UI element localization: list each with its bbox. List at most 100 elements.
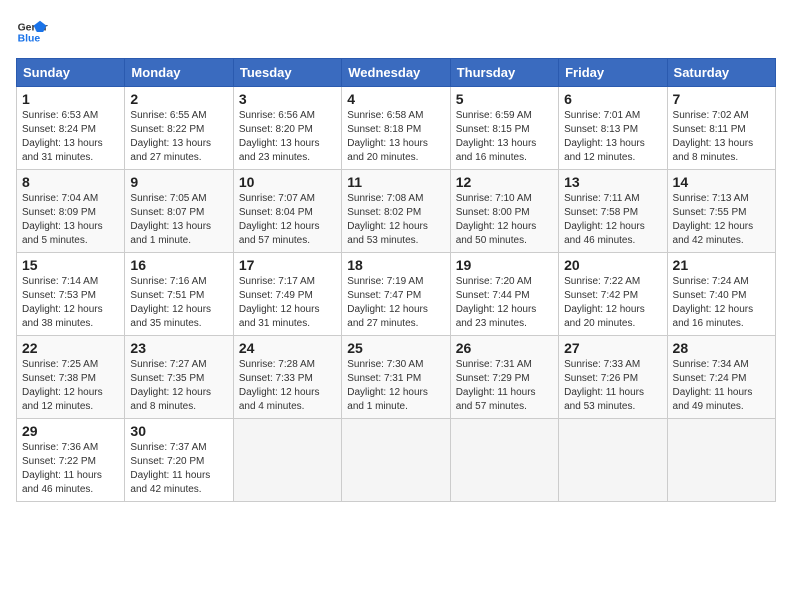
day-detail: Sunrise: 7:34 AM Sunset: 7:24 PM Dayligh… (673, 359, 753, 412)
day-detail: Sunrise: 7:37 AM Sunset: 7:20 PM Dayligh… (130, 442, 210, 495)
calendar-cell: 29 Sunrise: 7:36 AM Sunset: 7:22 PM Dayli… (17, 419, 125, 502)
svg-text:Blue: Blue (18, 34, 41, 45)
calendar-cell: 25 Sunrise: 7:30 AM Sunset: 7:31 PM Dayli… (342, 336, 450, 419)
day-number: 24 (239, 340, 336, 356)
column-header-tuesday: Tuesday (233, 59, 341, 87)
day-number: 16 (130, 257, 227, 273)
calendar-cell: 6 Sunrise: 7:01 AM Sunset: 8:13 PM Daylig… (559, 87, 667, 170)
day-number: 27 (564, 340, 661, 356)
day-detail: Sunrise: 7:33 AM Sunset: 7:26 PM Dayligh… (564, 359, 644, 412)
day-number: 3 (239, 91, 336, 107)
calendar-cell: 8 Sunrise: 7:04 AM Sunset: 8:09 PM Daylig… (17, 170, 125, 253)
day-detail: Sunrise: 7:17 AM Sunset: 7:49 PM Dayligh… (239, 276, 320, 329)
column-header-friday: Friday (559, 59, 667, 87)
logo-icon: General Blue (16, 16, 48, 48)
day-number: 8 (22, 174, 119, 190)
calendar-cell: 10 Sunrise: 7:07 AM Sunset: 8:04 PM Dayli… (233, 170, 341, 253)
day-detail: Sunrise: 7:04 AM Sunset: 8:09 PM Dayligh… (22, 193, 103, 246)
calendar-cell: 18 Sunrise: 7:19 AM Sunset: 7:47 PM Dayli… (342, 253, 450, 336)
day-detail: Sunrise: 7:08 AM Sunset: 8:02 PM Dayligh… (347, 193, 428, 246)
calendar-header-row: SundayMondayTuesdayWednesdayThursdayFrid… (17, 59, 776, 87)
calendar-week-row: 8 Sunrise: 7:04 AM Sunset: 8:09 PM Daylig… (17, 170, 776, 253)
calendar-cell: 22 Sunrise: 7:25 AM Sunset: 7:38 PM Dayli… (17, 336, 125, 419)
calendar-cell: 3 Sunrise: 6:56 AM Sunset: 8:20 PM Daylig… (233, 87, 341, 170)
day-number: 6 (564, 91, 661, 107)
day-number: 18 (347, 257, 444, 273)
day-number: 7 (673, 91, 770, 107)
day-detail: Sunrise: 7:22 AM Sunset: 7:42 PM Dayligh… (564, 276, 645, 329)
calendar-cell: 4Sunrise: 6:58 AM Sunset: 8:18 PM Daylig… (342, 87, 450, 170)
day-number: 4 (347, 91, 444, 107)
day-detail: Sunrise: 7:28 AM Sunset: 7:33 PM Dayligh… (239, 359, 320, 412)
day-number: 1 (22, 91, 119, 107)
calendar-cell: 2 Sunrise: 6:55 AM Sunset: 8:22 PM Daylig… (125, 87, 233, 170)
day-detail: Sunrise: 6:56 AM Sunset: 8:20 PM Dayligh… (239, 110, 320, 163)
day-detail: Sunrise: 7:14 AM Sunset: 7:53 PM Dayligh… (22, 276, 103, 329)
day-detail: Sunrise: 7:07 AM Sunset: 8:04 PM Dayligh… (239, 193, 320, 246)
day-number: 13 (564, 174, 661, 190)
calendar-week-row: 22 Sunrise: 7:25 AM Sunset: 7:38 PM Dayli… (17, 336, 776, 419)
calendar-cell: 26Sunrise: 7:31 AM Sunset: 7:29 PM Dayli… (450, 336, 558, 419)
day-detail: Sunrise: 7:19 AM Sunset: 7:47 PM Dayligh… (347, 276, 428, 329)
day-detail: Sunrise: 7:02 AM Sunset: 8:11 PM Dayligh… (673, 110, 754, 163)
calendar-cell: 5Sunrise: 6:59 AM Sunset: 8:15 PM Daylig… (450, 87, 558, 170)
calendar-cell (342, 419, 450, 502)
calendar-cell: 14 Sunrise: 7:13 AM Sunset: 7:55 PM Dayli… (667, 170, 775, 253)
day-number: 29 (22, 423, 119, 439)
calendar-cell: 17Sunrise: 7:17 AM Sunset: 7:49 PM Dayli… (233, 253, 341, 336)
calendar-cell: 24 Sunrise: 7:28 AM Sunset: 7:33 PM Dayli… (233, 336, 341, 419)
day-number: 20 (564, 257, 661, 273)
day-number: 9 (130, 174, 227, 190)
calendar-cell: 9 Sunrise: 7:05 AM Sunset: 8:07 PM Daylig… (125, 170, 233, 253)
calendar-table: SundayMondayTuesdayWednesdayThursdayFrid… (16, 58, 776, 502)
day-number: 21 (673, 257, 770, 273)
day-detail: Sunrise: 6:55 AM Sunset: 8:22 PM Dayligh… (130, 110, 211, 163)
day-detail: Sunrise: 6:59 AM Sunset: 8:15 PM Dayligh… (456, 110, 537, 163)
column-header-thursday: Thursday (450, 59, 558, 87)
calendar-week-row: 1 Sunrise: 6:53 AM Sunset: 8:24 PM Daylig… (17, 87, 776, 170)
day-number: 25 (347, 340, 444, 356)
column-header-sunday: Sunday (17, 59, 125, 87)
day-detail: Sunrise: 7:36 AM Sunset: 7:22 PM Dayligh… (22, 442, 102, 495)
day-detail: Sunrise: 7:20 AM Sunset: 7:44 PM Dayligh… (456, 276, 537, 329)
calendar-cell: 19 Sunrise: 7:20 AM Sunset: 7:44 PM Dayli… (450, 253, 558, 336)
day-number: 11 (347, 174, 444, 190)
calendar-cell (450, 419, 558, 502)
day-detail: Sunrise: 7:01 AM Sunset: 8:13 PM Dayligh… (564, 110, 645, 163)
day-detail: Sunrise: 7:25 AM Sunset: 7:38 PM Dayligh… (22, 359, 103, 412)
day-detail: Sunrise: 7:30 AM Sunset: 7:31 PM Dayligh… (347, 359, 428, 412)
calendar-cell: 11 Sunrise: 7:08 AM Sunset: 8:02 PM Dayli… (342, 170, 450, 253)
day-number: 22 (22, 340, 119, 356)
calendar-cell: 20 Sunrise: 7:22 AM Sunset: 7:42 PM Dayli… (559, 253, 667, 336)
calendar-cell: 1 Sunrise: 6:53 AM Sunset: 8:24 PM Daylig… (17, 87, 125, 170)
column-header-wednesday: Wednesday (342, 59, 450, 87)
logo: General Blue (16, 16, 52, 48)
day-detail: Sunrise: 7:13 AM Sunset: 7:55 PM Dayligh… (673, 193, 754, 246)
day-detail: Sunrise: 7:10 AM Sunset: 8:00 PM Dayligh… (456, 193, 537, 246)
day-number: 10 (239, 174, 336, 190)
calendar-cell (233, 419, 341, 502)
calendar-cell: 23 Sunrise: 7:27 AM Sunset: 7:35 PM Dayli… (125, 336, 233, 419)
column-header-saturday: Saturday (667, 59, 775, 87)
day-number: 26 (456, 340, 553, 356)
day-number: 19 (456, 257, 553, 273)
calendar-cell: 13 Sunrise: 7:11 AM Sunset: 7:58 PM Dayli… (559, 170, 667, 253)
day-detail: Sunrise: 7:11 AM Sunset: 7:58 PM Dayligh… (564, 193, 645, 246)
day-detail: Sunrise: 7:16 AM Sunset: 7:51 PM Dayligh… (130, 276, 211, 329)
calendar-cell: 16 Sunrise: 7:16 AM Sunset: 7:51 PM Dayli… (125, 253, 233, 336)
calendar-cell (667, 419, 775, 502)
calendar-cell: 27 Sunrise: 7:33 AM Sunset: 7:26 PM Dayli… (559, 336, 667, 419)
day-detail: Sunrise: 6:53 AM Sunset: 8:24 PM Dayligh… (22, 110, 103, 163)
day-number: 12 (456, 174, 553, 190)
day-detail: Sunrise: 7:05 AM Sunset: 8:07 PM Dayligh… (130, 193, 211, 246)
calendar-week-row: 29 Sunrise: 7:36 AM Sunset: 7:22 PM Dayli… (17, 419, 776, 502)
day-detail: Sunrise: 7:27 AM Sunset: 7:35 PM Dayligh… (130, 359, 211, 412)
day-number: 14 (673, 174, 770, 190)
day-number: 28 (673, 340, 770, 356)
day-detail: Sunrise: 7:24 AM Sunset: 7:40 PM Dayligh… (673, 276, 754, 329)
calendar-body: 1 Sunrise: 6:53 AM Sunset: 8:24 PM Daylig… (17, 87, 776, 502)
calendar-week-row: 15Sunrise: 7:14 AM Sunset: 7:53 PM Dayli… (17, 253, 776, 336)
day-number: 23 (130, 340, 227, 356)
day-number: 2 (130, 91, 227, 107)
header: General Blue (16, 16, 776, 48)
